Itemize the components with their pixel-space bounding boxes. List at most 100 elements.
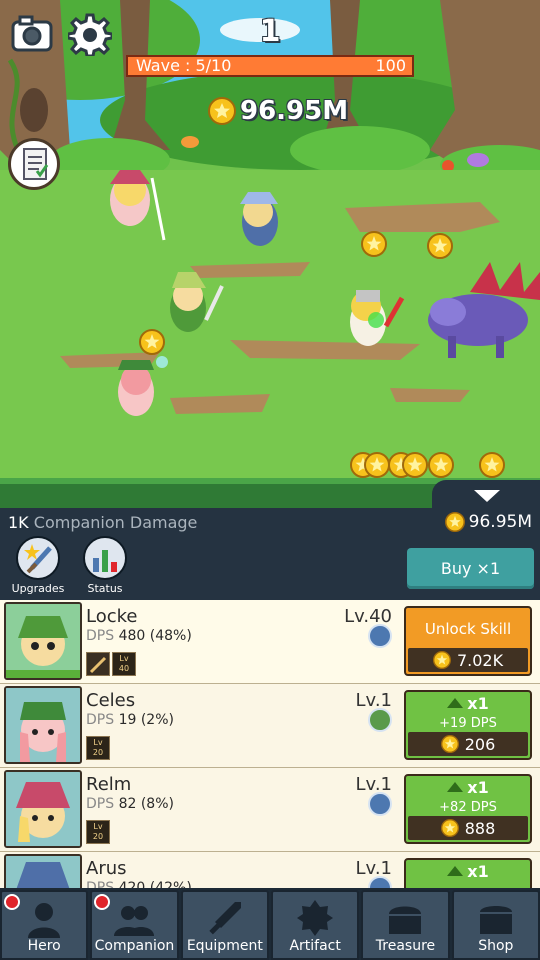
dps-gain: +19 DPS	[439, 716, 497, 731]
wave-label: Wave : 5/10	[136, 56, 232, 75]
status-label: Status	[87, 582, 123, 595]
level-up-multiplier: x1	[406, 862, 530, 881]
sword-skill-icon[interactable]	[368, 792, 392, 816]
bottom-navigation: Hero Companion Equipment Artifact Treasu…	[0, 888, 540, 960]
hero-level: Lv.1	[355, 858, 392, 879]
hero-row-celes[interactable]: Celes DPS 19 (2%) Lv.1 Lv 20 x1 +19 DPS 2…	[0, 684, 540, 768]
alert-dot	[94, 894, 111, 910]
weapon-badge-icon	[86, 652, 110, 676]
hero-level: Lv.1	[355, 774, 392, 795]
hero-dps-value: 480 (48%)	[118, 628, 192, 644]
quest-checklist-icon[interactable]	[8, 138, 60, 190]
status-button[interactable]: Status	[77, 536, 133, 595]
companion-damage-label: Companion Damage	[33, 513, 198, 532]
hero-portrait-locke[interactable]	[4, 602, 82, 680]
companion-damage-value: 1K	[8, 513, 29, 532]
level-up-multiplier: x1	[406, 694, 530, 713]
cost-value: 888	[464, 818, 496, 838]
arrow-skill-icon[interactable]	[368, 708, 392, 732]
treasure-chest-icon	[389, 906, 422, 934]
wave-number: 1	[259, 14, 281, 49]
gold-coin-icon	[208, 97, 236, 125]
upgrades-icon	[16, 536, 60, 580]
tab-hero[interactable]: Hero	[0, 890, 89, 960]
hero-level: Lv.1	[355, 690, 392, 711]
tab-shop[interactable]: Shop	[451, 890, 540, 960]
badge-level-value: 40	[118, 664, 130, 673]
battle-scene: 1 Wave : 5/10 100 96.95M	[0, 0, 540, 508]
hero-portrait-relm[interactable]	[4, 770, 82, 848]
companion-icon	[114, 906, 155, 936]
alert-dot	[4, 894, 20, 910]
unlock-skill-label: Unlock Skill	[424, 620, 512, 638]
up-arrow-icon	[447, 698, 464, 708]
hero-list[interactable]: Locke DPS 480 (48%) Lv.40 Lv 40 Unlock Sk…	[0, 600, 540, 892]
level-up-button[interactable]: x1 +82 DPS 888	[404, 774, 532, 844]
sword-skill-icon[interactable]	[368, 624, 392, 648]
hero-portrait-celes[interactable]	[4, 686, 82, 764]
hero-dps-value: 82 (8%)	[118, 796, 174, 812]
tab-label: Companion	[94, 938, 175, 954]
sword-icon	[209, 902, 241, 935]
hero-row-locke[interactable]: Locke DPS 480 (48%) Lv.40 Lv 40 Unlock Sk…	[0, 600, 540, 684]
gold-coin-drop[interactable]	[479, 452, 505, 478]
hero-icon	[28, 903, 61, 938]
gold-balance: 96.95M	[444, 512, 532, 532]
badge-level-value: 20	[92, 748, 104, 757]
level-badge: Lv 40	[112, 652, 136, 676]
tab-equipment[interactable]: Equipment	[180, 890, 269, 960]
tab-treasure[interactable]: Treasure	[361, 890, 450, 960]
dps-label: DPS	[86, 796, 115, 812]
gold-coin-icon	[444, 512, 465, 532]
collapse-panel-button[interactable]	[432, 480, 540, 508]
gold-coin-drop[interactable]	[364, 452, 390, 478]
gold-coin-drop[interactable]	[427, 233, 453, 259]
tab-label: Hero	[27, 938, 61, 954]
hero-badges: Lv 20	[86, 736, 110, 760]
unlock-skill-button[interactable]: Unlock Skill 7.02K	[404, 606, 532, 676]
hero-row-arus[interactable]: Arus DPS 420 (42%) Lv.1 x1	[0, 852, 540, 892]
hero-badges: Lv 20	[86, 820, 110, 844]
multiplier-value: x1	[467, 862, 489, 881]
upgrades-button[interactable]: Upgrades	[10, 536, 66, 595]
gold-coin-drop[interactable]	[139, 329, 165, 355]
upgrades-label: Upgrades	[11, 582, 65, 595]
hero-dps: DPS 82 (8%)	[86, 796, 174, 812]
tab-label: Shop	[478, 938, 514, 954]
tab-label: Treasure	[375, 938, 436, 954]
up-arrow-icon	[447, 782, 464, 792]
artifact-icon	[297, 900, 334, 936]
gold-coin-drop[interactable]	[402, 452, 428, 478]
hero-dps-value: 19 (2%)	[118, 712, 174, 728]
badge-lv-label: Lv	[93, 822, 103, 831]
hero-badges: Lv 40	[86, 652, 136, 676]
hero-name: Celes	[86, 690, 136, 711]
hero-dps: DPS 19 (2%)	[86, 712, 174, 728]
tab-artifact[interactable]: Artifact	[270, 890, 360, 960]
hero-row-relm[interactable]: Relm DPS 82 (8%) Lv.1 Lv 20 x1 +82 DPS 88…	[0, 768, 540, 852]
wave-hp-value: 100	[375, 56, 406, 75]
tab-companion[interactable]: Companion	[90, 890, 179, 960]
hero-name: Relm	[86, 774, 132, 795]
buy-multiplier-button[interactable]: Buy ×1	[407, 548, 534, 589]
cost-value: 7.02K	[456, 650, 504, 670]
info-bar: 1K Companion Damage 96.95M Upgrades Stat…	[0, 508, 540, 600]
gold-coin-drop[interactable]	[428, 452, 454, 478]
level-up-button[interactable]: x1	[404, 858, 532, 892]
multiplier-value: x1	[467, 694, 489, 713]
hero-portrait-arus[interactable]	[4, 854, 82, 892]
tab-label: Artifact	[289, 938, 341, 954]
gold-coin-icon	[440, 735, 459, 753]
dps-label: DPS	[86, 628, 115, 644]
hero-level: Lv.40	[344, 606, 392, 627]
hero-dps: DPS 480 (48%)	[86, 628, 192, 644]
gold-coin-icon	[432, 651, 451, 669]
level-up-button[interactable]: x1 +19 DPS 206	[404, 690, 532, 760]
hero-name: Arus	[86, 858, 127, 879]
cost-display: 206	[408, 732, 528, 756]
gold-coin-drop[interactable]	[361, 231, 387, 257]
badge-lv-label: Lv	[93, 738, 103, 747]
level-badge: Lv 20	[86, 820, 110, 844]
companion-damage: 1K Companion Damage	[8, 513, 197, 532]
tab-label: Equipment	[186, 938, 263, 954]
